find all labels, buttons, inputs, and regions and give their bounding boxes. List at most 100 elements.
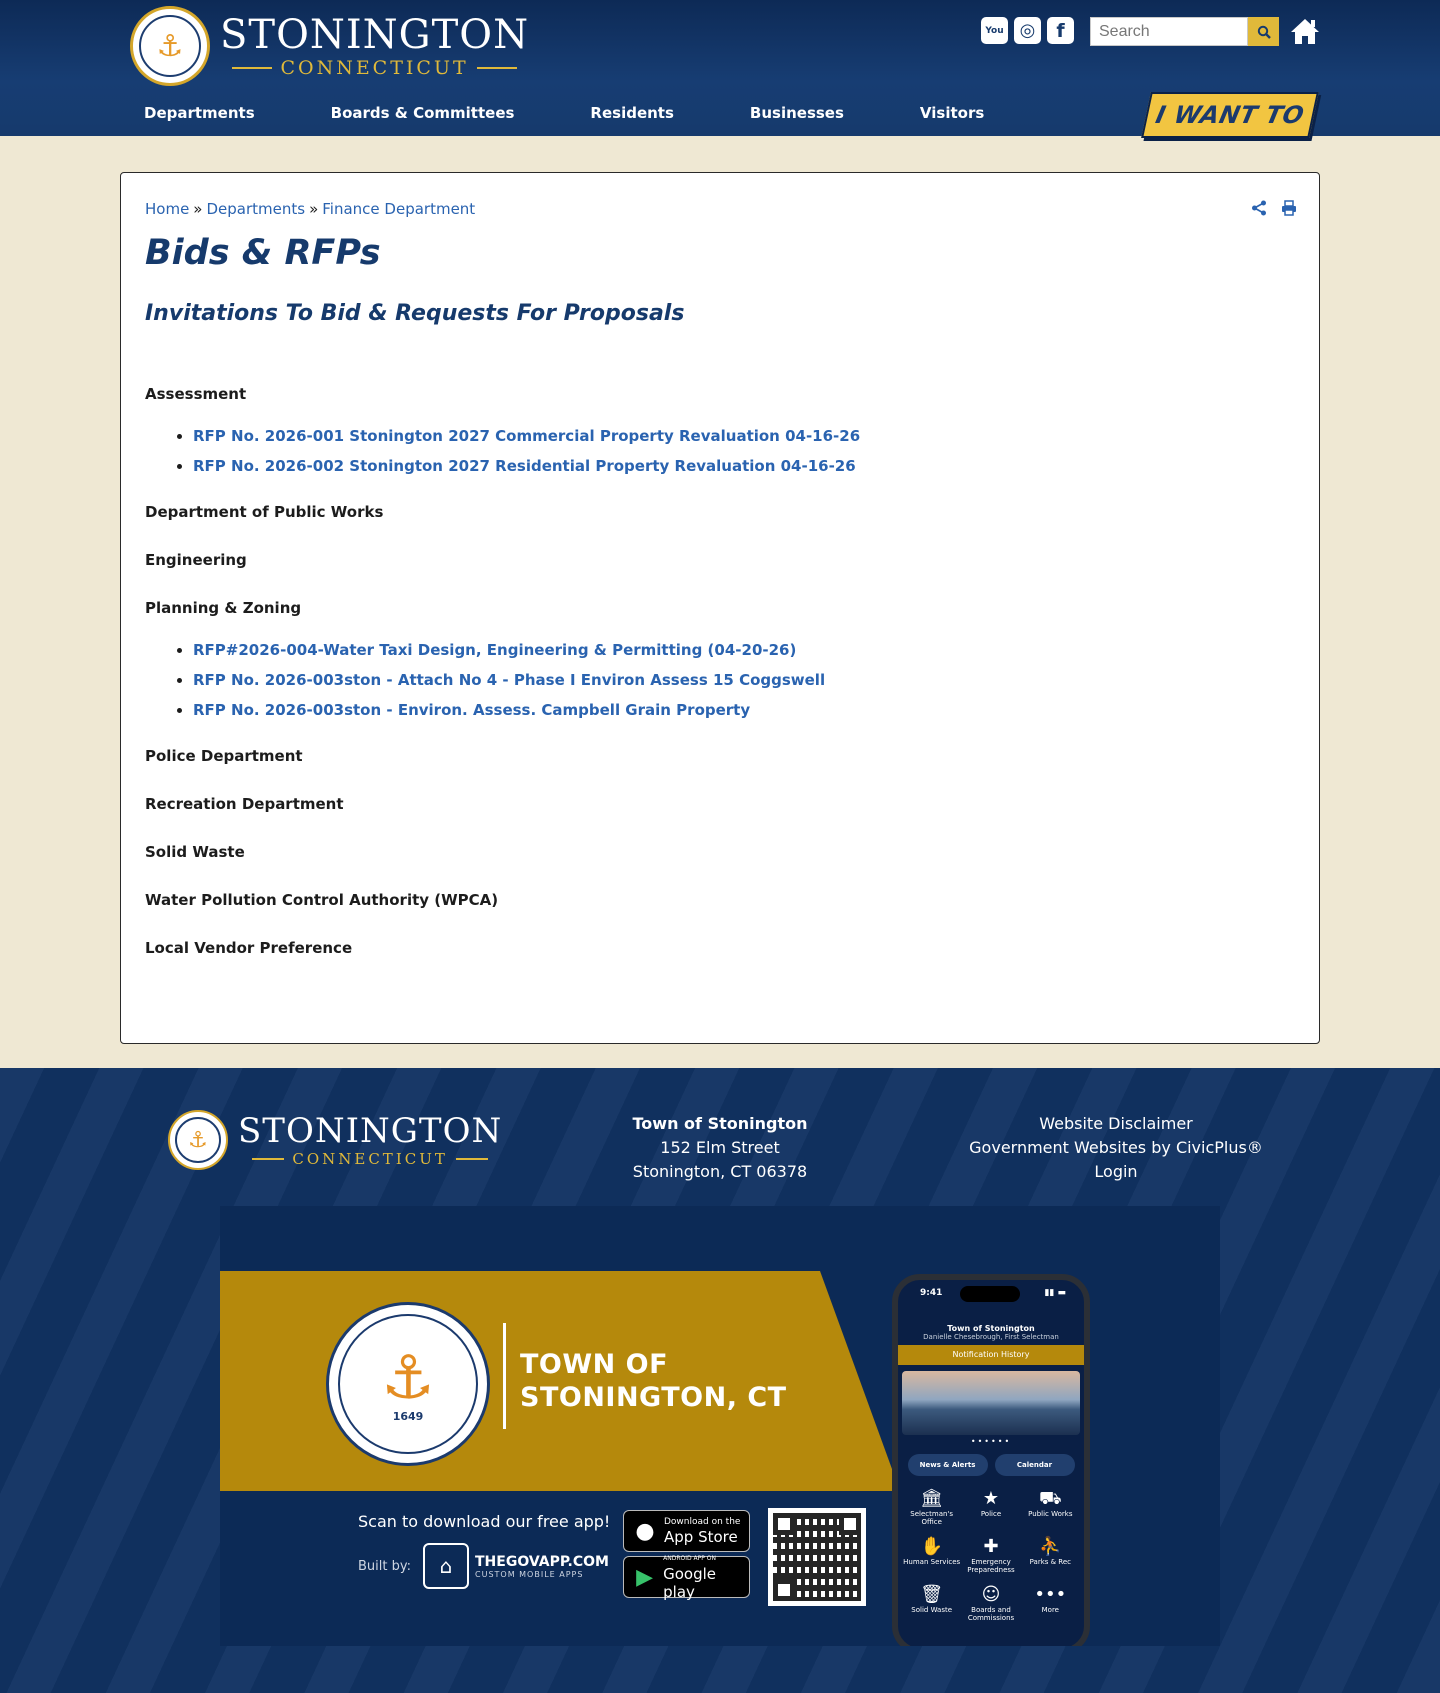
rfp-link[interactable]: RFP No. 2026-002 Stonington 2027 Residen… [193,457,856,475]
section-heading: Water Pollution Control Authority (WPCA) [145,891,499,909]
footer-town: Town of Stonington [632,1114,808,1133]
page-title: Bids & RFPs [145,233,381,273]
list-item: RFP No. 2026-001 Stonington 2027 Commerc… [193,421,1245,451]
phone-tab-news: News & Alerts [907,1454,988,1476]
rfp-link[interactable]: RFP No. 2026-001 Stonington 2027 Commerc… [193,427,860,445]
apple-icon: ● [635,1518,655,1544]
govapp-tagline: CUSTOM MOBILE APPS [475,1569,584,1579]
search-icon [1257,25,1271,39]
site-header: ⚓ STONINGTON CONNECTICUT You ◎ f Departm… [0,0,1440,138]
qr-code [768,1508,866,1606]
footer-link-disclaimer[interactable]: Website Disclaimer [966,1112,1266,1136]
breadcrumb: Home» Departments» Finance Department [145,200,475,218]
footer-link-civicplus[interactable]: Government Websites by CivicPlus® [966,1136,1266,1160]
phone-tile-label: Human Services [903,1558,961,1566]
logo-subtitle: CONNECTICUT [280,57,469,79]
app-seal-icon: ⚓ 1649 [326,1302,490,1466]
trash-icon: 🗑 [920,1584,944,1605]
phone-tile-label: More [1041,1606,1059,1614]
bid-sections: Assessment RFP No. 2026-001 Stonington 2… [145,385,1245,987]
list-item: RFP No. 2026-002 Stonington 2027 Residen… [193,451,1245,481]
scan-text: Scan to download our free app! [358,1512,611,1531]
phone-tile-label: Public Works [1028,1510,1073,1518]
town-seal-icon: ⚓ [130,6,210,86]
google-play-button[interactable]: ▶ ANDROID APP ON Google play [623,1555,750,1601]
breadcrumb-separator: » [193,200,203,218]
phone-notification-bar: Notification History [898,1345,1084,1365]
nav-businesses[interactable]: Businesses [736,104,858,122]
phone-tile-label: Boards and Commissions [967,1606,1015,1622]
phone-town: Town of Stonington [947,1324,1035,1333]
footer-street: 152 Elm Street [660,1138,780,1157]
rfp-link[interactable]: RFP No. 2026-003ston - Attach No 4 - Pha… [193,671,825,689]
section-heading: Recreation Department [145,795,344,813]
phone-tile-label: Emergency Preparedness [967,1558,1015,1574]
i-want-to-label: I WANT TO [1153,101,1307,129]
list-item: RFP No. 2026-003ston - Environ. Assess. … [193,695,1245,725]
app-store-line2: App Store [664,1528,738,1546]
breadcrumb-separator: » [309,200,319,218]
truck-icon: ⛟ [1038,1488,1062,1509]
section-heading: Department of Public Works [145,503,384,521]
phone-carousel-dots: •••••• [970,1437,1012,1446]
phone-mockup: 9:41 ▮▮ ▬ Town of Stonington Danielle Ch… [892,1274,1090,1646]
i-want-to-button[interactable]: I WANT TO [1141,92,1319,138]
built-by-label: Built by: [358,1558,411,1574]
phone-time: 9:41 [920,1288,943,1298]
phone-tile-label: Solid Waste [911,1606,953,1614]
list-item: RFP No. 2026-003ston - Attach No 4 - Pha… [193,665,1245,695]
site-logo[interactable]: ⚓ STONINGTON CONNECTICUT [130,6,529,86]
footer-logo-subtitle: CONNECTICUT [292,1150,448,1168]
logo-name: STONINGTON [220,12,530,58]
section-list: RFP No. 2026-001 Stonington 2027 Commerc… [193,421,1245,481]
share-icon[interactable] [1251,200,1267,216]
app-promo-banner[interactable]: ⚓ 1649 TOWN OF STONINGTON, CT Scan to do… [220,1206,1220,1646]
content-panel: Home» Departments» Finance Department Bids… [120,172,1320,1044]
list-item: RFP#2026-004-Water Taxi Design, Engineer… [193,635,1245,665]
google-play-line1: ANDROID APP ON [663,1555,716,1562]
page-tools [1251,200,1297,216]
footer-links: Website Disclaimer Government Websites b… [966,1112,1266,1184]
badge-icon: ★ [982,1488,1000,1509]
phone-subtitle: Danielle Chesebrough, First Selectman [923,1333,1059,1341]
app-store-line1: Download on the [664,1517,741,1527]
playground-icon: ⛹ [1039,1536,1062,1557]
nav-residents[interactable]: Residents [576,104,687,122]
phone-harbor-photo [902,1371,1080,1435]
govapp-name: THEGOVAPP.COM [475,1553,609,1570]
breadcrumb-finance[interactable]: Finance Department [322,200,475,218]
phone-tab-calendar: Calendar [994,1454,1075,1476]
nav-boards-committees[interactable]: Boards & Committees [317,104,529,122]
rfp-link[interactable]: RFP#2026-004-Water Taxi Design, Engineer… [193,641,796,659]
built-by: Built by: ⌂ THEGOVAPP.COM CUSTOM MOBILE … [358,1543,609,1589]
print-icon[interactable] [1281,200,1297,216]
town-seal-icon: ⚓ [168,1110,228,1170]
footer-link-login[interactable]: Login [966,1160,1266,1184]
main-nav: Departments Boards & Committees Resident… [130,104,1046,122]
facebook-icon[interactable]: f [1047,17,1074,44]
nav-departments[interactable]: Departments [130,104,269,122]
app-store-button[interactable]: ● Download on the App Store [623,1510,750,1552]
play-icon: ▶ [636,1564,654,1590]
footer-logo-name: STONINGTON [238,1111,503,1151]
bank-icon: 🏛 [920,1488,944,1509]
more-icon: ••• [1034,1584,1067,1605]
banner-divider [503,1323,506,1429]
search-button[interactable] [1248,17,1279,46]
instagram-icon[interactable]: ◎ [1014,17,1041,44]
search-input[interactable] [1090,17,1248,46]
home-icon[interactable] [1290,17,1320,45]
nav-visitors[interactable]: Visitors [906,104,998,122]
phone-signal-icon: ▮▮ ▬ [1044,1288,1066,1298]
breadcrumb-departments[interactable]: Departments [206,200,305,218]
app-title-line2: STONINGTON, CT [520,1382,787,1413]
phone-tile-label: Selectman's Office [910,1510,954,1526]
section-heading: Local Vendor Preference [145,939,353,957]
handshake-icon: ✋ [920,1536,943,1557]
rfp-link[interactable]: RFP No. 2026-003ston - Environ. Assess. … [193,701,750,719]
site-footer: ⚓ STONINGTON CONNECTICUT Town of Stoning… [0,1068,1440,1693]
footer-address: Town of Stonington 152 Elm Street Stonin… [580,1112,860,1184]
footer-logo[interactable]: ⚓ STONINGTON CONNECTICUT [168,1110,502,1170]
youtube-icon[interactable]: You [981,17,1008,44]
breadcrumb-home[interactable]: Home [145,200,189,218]
